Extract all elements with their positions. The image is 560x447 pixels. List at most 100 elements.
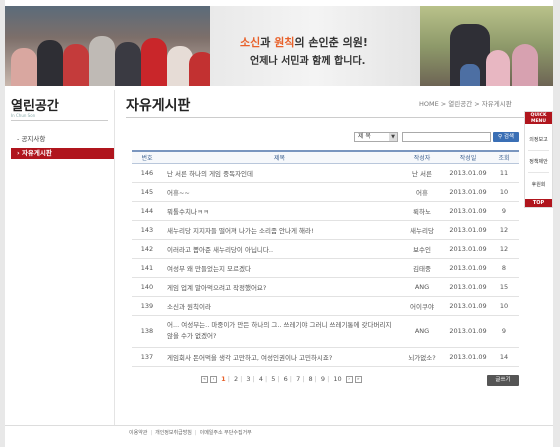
prev-page-icon[interactable]: ‹: [210, 375, 218, 383]
breadcrumb: HOME > 열린공간 > 자유게시판: [419, 100, 512, 108]
page-title: 자유게시판: [126, 98, 191, 114]
page-link[interactable]: 9: [321, 375, 325, 383]
column-header: 조회: [489, 150, 519, 164]
post-author: 뤽하노: [397, 201, 447, 221]
footer-link-email-policy[interactable]: 이메일주소 무단수집거부: [200, 430, 252, 436]
slogan: 소신과 원칙의 손인춘 의원! 언제나 서민과 함께 합니다.: [210, 6, 420, 86]
post-title-link[interactable]: 여성부 왜 만들었는지 모르겠다: [162, 258, 397, 278]
post-views: 12: [489, 239, 519, 259]
page-link[interactable]: 10: [333, 375, 341, 383]
page-link[interactable]: 3: [246, 375, 250, 383]
bullet-icon: -: [17, 135, 20, 143]
post-author: 뇌가없소?: [397, 347, 447, 367]
chevron-right-icon: ›: [17, 149, 20, 157]
search-icon: ⚲: [498, 134, 503, 140]
divider: [114, 90, 115, 425]
page-link[interactable]: 2: [234, 375, 238, 383]
table-row[interactable]: 142 이러라고 뽑아준 새누리당이 아닙니다.. 보수인 2013.01.09…: [132, 239, 519, 259]
post-date: 2013.01.09: [447, 315, 489, 348]
page-link[interactable]: 7: [296, 375, 300, 383]
post-views: 10: [489, 182, 519, 202]
post-date: 2013.01.09: [447, 220, 489, 240]
post-title-link[interactable]: 새누리당 지지자들 떨어져 나가는 소리좀 안나게 해라!: [162, 220, 397, 240]
post-title-link[interactable]: 난 서른 하나의 게임 중독자인데: [162, 163, 397, 183]
post-date: 2013.01.09: [447, 239, 489, 259]
post-views: 9: [489, 315, 519, 348]
post-number: 145: [132, 182, 162, 202]
table-row[interactable]: 144 뭐톨수치나ㅋㅋ 뤽하노 2013.01.09 9: [132, 201, 519, 221]
post-author: 어휴: [397, 182, 447, 202]
search-button[interactable]: ⚲ 검색: [493, 132, 519, 142]
post-date: 2013.01.09: [447, 296, 489, 316]
post-views: 11: [489, 163, 519, 183]
last-page-icon[interactable]: »: [354, 375, 362, 383]
first-page-icon[interactable]: «: [201, 375, 208, 383]
post-title-link[interactable]: 게임 업계 말아먹으려고 작정했어요?: [162, 277, 397, 297]
post-author: 보수인: [397, 239, 447, 259]
family-photo: [420, 6, 553, 86]
post-author: 어이쿠야: [397, 296, 447, 316]
post-views: 9: [489, 201, 519, 221]
post-author: ANG: [397, 315, 447, 348]
post-number: 141: [132, 258, 162, 278]
slogan-line-2: 언제나 서민과 함께 합니다.: [250, 56, 366, 67]
page-link[interactable]: 6: [284, 375, 288, 383]
post-number: 143: [132, 220, 162, 240]
footer-link-privacy[interactable]: 개인정보취급방침: [155, 430, 192, 436]
slogan-line-1: 소신과 원칙의 손인춘 의원!: [240, 36, 368, 49]
page-link[interactable]: 1: [221, 375, 226, 383]
search-field-select[interactable]: 제 목 ▼: [354, 132, 398, 142]
post-date: 2013.01.09: [447, 163, 489, 183]
chevron-down-icon: ▼: [389, 133, 397, 141]
post-date: 2013.01.09: [447, 182, 489, 202]
next-page-icon[interactable]: ›: [345, 375, 353, 383]
table-row[interactable]: 146 난 서른 하나의 게임 중독자인데 난 서른 2013.01.09 11: [132, 163, 519, 183]
post-title-link[interactable]: 소신과 원칙이라: [162, 296, 397, 316]
column-header: 번호: [132, 150, 162, 164]
sidebar-title: 열린공간: [11, 99, 59, 114]
table-row[interactable]: 145 어휴~~ 어휴 2013.01.09 10: [132, 182, 519, 202]
table-header: 번호 제목 작성자 작성일 조회: [132, 150, 519, 164]
post-title-link[interactable]: 뭐톨수치나ㅋㅋ: [162, 201, 397, 221]
top-banner: 소신과 원칙의 손인춘 의원! 언제나 서민과 함께 합니다.: [5, 6, 553, 86]
post-date: 2013.01.09: [447, 277, 489, 297]
post-author: 새누리당: [397, 220, 447, 240]
post-number: 142: [132, 239, 162, 259]
table-row[interactable]: 138 어... 여성부는.. 마중이가 만든 하나의 그.. 쓰레기야 그러니…: [132, 315, 519, 348]
post-views: 15: [489, 277, 519, 297]
quick-item-report[interactable]: 의정보고: [525, 136, 552, 143]
divider: [528, 172, 549, 173]
post-views: 12: [489, 220, 519, 240]
post-date: 2013.01.09: [447, 347, 489, 367]
divider: [528, 150, 549, 151]
table-row[interactable]: 140 게임 업계 말아먹으려고 작정했어요? ANG 2013.01.09 1…: [132, 277, 519, 297]
post-number: 138: [132, 315, 162, 348]
page-link[interactable]: 8: [309, 375, 313, 383]
table-row[interactable]: 141 여성부 왜 만들었는지 모르겠다 김태중 2013.01.09 8: [132, 258, 519, 278]
post-views: 10: [489, 296, 519, 316]
post-title-link[interactable]: 어... 여성부는.. 마중이가 만든 하나의 그.. 쓰레기야 그러니 쓰레기…: [162, 315, 397, 348]
pagination: « ‹ 1 | 2 | 3 | 4 | 5 | 6 | 7 | 8 | 9 | 10 › »: [201, 375, 362, 383]
page-link[interactable]: 5: [271, 375, 275, 383]
sidebar-item-notice[interactable]: - 공지사항: [11, 134, 114, 145]
post-title-link[interactable]: 어휴~~: [162, 182, 397, 202]
quick-item-proposal[interactable]: 정책제안: [525, 158, 552, 165]
table-row[interactable]: 139 소신과 원칙이라 어이쿠야 2013.01.09 10: [132, 296, 519, 316]
footer-link-terms[interactable]: 이용약관: [129, 430, 147, 436]
post-date: 2013.01.09: [447, 258, 489, 278]
table-row[interactable]: 137 게임회사 돈어먹을 생각 고만하고, 여성인권이나 고민하시죠? 뇌가없…: [132, 347, 519, 367]
divider: [126, 117, 525, 118]
post-title-link[interactable]: 이러라고 뽑아준 새누리당이 아닙니다..: [162, 239, 397, 259]
write-button[interactable]: 글쓰기: [487, 375, 519, 386]
quick-item-support[interactable]: 후원회: [525, 181, 552, 188]
column-header: 제목: [162, 150, 397, 164]
search-input[interactable]: [402, 132, 491, 142]
page-link[interactable]: 4: [259, 375, 263, 383]
table-row[interactable]: 143 새누리당 지지자들 떨어져 나가는 소리좀 안나게 해라! 새누리당 2…: [132, 220, 519, 240]
column-header: 작성자: [397, 150, 447, 164]
post-number: 139: [132, 296, 162, 316]
post-number: 146: [132, 163, 162, 183]
post-title-link[interactable]: 게임회사 돈어먹을 생각 고만하고, 여성인권이나 고민하시죠?: [162, 347, 397, 367]
top-button[interactable]: TOP: [525, 199, 552, 207]
sidebar-item-free-board[interactable]: › 자유게시판: [11, 148, 114, 159]
